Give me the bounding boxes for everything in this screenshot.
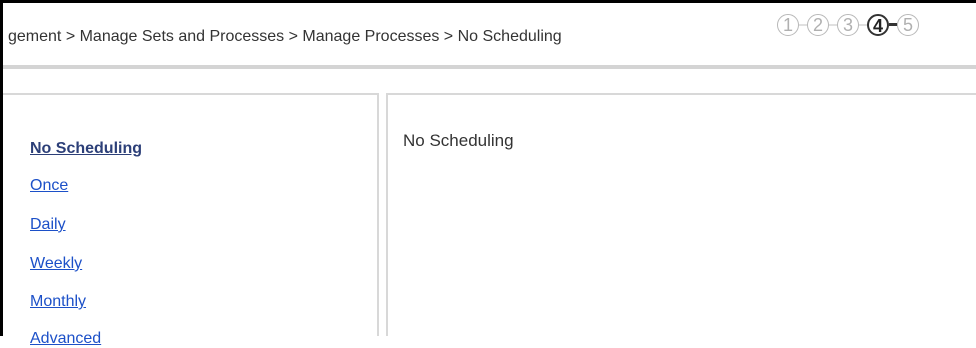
- breadcrumb[interactable]: gement > Manage Sets and Processes > Man…: [8, 28, 562, 46]
- schedule-detail-panel: [386, 93, 976, 336]
- step-3[interactable]: 3: [837, 14, 859, 36]
- step-connector: [889, 23, 897, 26]
- step-connector: [859, 24, 867, 26]
- header-divider: [3, 65, 976, 69]
- schedule-detail-title: No Scheduling: [403, 131, 514, 150]
- schedule-option-weekly[interactable]: Weekly: [30, 255, 82, 273]
- schedule-option-monthly[interactable]: Monthly: [30, 293, 86, 311]
- step-connector: [829, 24, 837, 26]
- schedule-option-no-scheduling[interactable]: No Scheduling: [30, 140, 142, 158]
- page-header: gement > Manage Sets and Processes > Man…: [3, 3, 976, 65]
- schedule-option-advanced[interactable]: Advanced: [30, 330, 101, 348]
- step-1[interactable]: 1: [777, 14, 799, 36]
- step-5[interactable]: 5: [897, 14, 919, 36]
- schedule-option-daily[interactable]: Daily: [30, 216, 66, 234]
- step-4-current[interactable]: 4: [867, 14, 889, 36]
- schedule-option-once[interactable]: Once: [30, 177, 68, 195]
- step-2[interactable]: 2: [807, 14, 829, 36]
- step-connector: [799, 24, 807, 26]
- panel-gap: [379, 93, 386, 336]
